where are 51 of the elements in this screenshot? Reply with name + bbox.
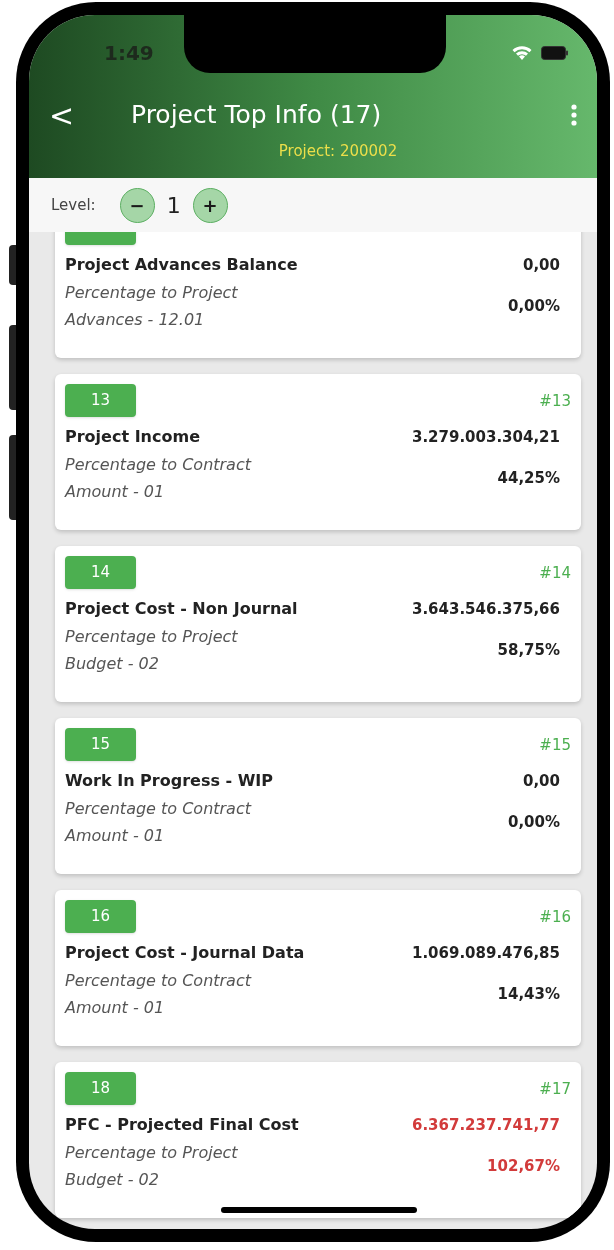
wifi-icon bbox=[511, 44, 533, 61]
back-button[interactable]: < bbox=[49, 92, 89, 138]
item-percent: 58,75% bbox=[497, 639, 560, 661]
number-badge: 16 bbox=[65, 900, 136, 933]
item-value: 0,00 bbox=[523, 770, 560, 792]
item-description: Percentage to Contract Amount - 01 bbox=[65, 970, 253, 1019]
item-description: Percentage to Project Budget - 02 bbox=[65, 1142, 239, 1191]
status-time: 1:49 bbox=[104, 39, 154, 67]
item-description: Percentage to Contract Amount - 01 bbox=[65, 798, 253, 847]
level-value: 1 bbox=[165, 191, 182, 220]
item-title: Project Cost - Non Journal bbox=[65, 598, 298, 620]
number-badge: 18 bbox=[65, 1072, 136, 1105]
item-number: #15 bbox=[539, 735, 571, 756]
battery-icon bbox=[541, 45, 569, 60]
item-description: Percentage to Project Advances - 12.01 bbox=[65, 282, 239, 331]
item-value: 1.069.089.476,85 bbox=[411, 942, 560, 964]
number-badge: 13 bbox=[65, 384, 136, 417]
item-title: PFC - Projected Final Cost bbox=[65, 1114, 299, 1136]
screen-title: Project Top Info (17) bbox=[131, 99, 382, 132]
item-value: 3.643.546.375,66 bbox=[411, 598, 560, 620]
more-options-icon[interactable] bbox=[571, 104, 577, 126]
item-percent: 0,00% bbox=[507, 811, 560, 833]
item-number: #14 bbox=[539, 563, 571, 584]
item-percent: 0,00% bbox=[507, 295, 560, 317]
card[interactable]: Project Advances Balance 0,00 Percentage to Project Advances - 12.01 0,00% bbox=[55, 232, 581, 358]
item-description: Percentage to Contract Amount - 01 bbox=[65, 454, 253, 503]
decrease-button[interactable]: − bbox=[119, 187, 155, 223]
item-description: Percentage to Project Budget - 02 bbox=[65, 626, 239, 675]
item-percent: 14,43% bbox=[497, 983, 560, 1005]
card[interactable]: 15 #15 Work In Progress - WIP 0,00 Percentage to Contract Amount - 01 0,00% bbox=[55, 718, 581, 874]
card[interactable]: 16 #16 Project Cost - Journal Data 1.069.089.476,85 Percentage to Contract Amount - 01 14,43% bbox=[55, 890, 581, 1046]
item-value: 6.367.237.741,77 bbox=[411, 1114, 560, 1136]
item-number: #16 bbox=[539, 907, 571, 928]
item-number: #13 bbox=[539, 391, 571, 412]
number-badge: 14 bbox=[65, 556, 136, 589]
level-label: Level: bbox=[51, 194, 96, 216]
item-title: Project Income bbox=[65, 426, 200, 448]
project-subtitle: Project: 200002 bbox=[278, 141, 398, 162]
item-percent: 102,67% bbox=[487, 1155, 560, 1177]
card[interactable]: 14 #14 Project Cost - Non Journal 3.643.546.375,66 Percentage to Project Budget - 02 58,75% bbox=[55, 546, 581, 702]
number-badge: 15 bbox=[65, 728, 136, 761]
card[interactable]: 18 #17 PFC - Projected Final Cost 6.367.237.741,77 Percentage to Project Budget - 02 102,67% bbox=[55, 1062, 581, 1218]
item-title: Work In Progress - WIP bbox=[65, 770, 274, 792]
item-percent: 44,25% bbox=[497, 467, 560, 489]
item-number: #17 bbox=[539, 1079, 571, 1100]
item-title: Project Cost - Journal Data bbox=[65, 942, 305, 964]
card[interactable]: 13 #13 Project Income 3.279.003.304,21 Percentage to Contract Amount - 01 44,25% bbox=[55, 374, 581, 530]
increase-button[interactable]: + bbox=[192, 187, 228, 223]
item-title: Project Advances Balance bbox=[65, 254, 298, 276]
item-value: 0,00 bbox=[523, 254, 560, 276]
item-value: 3.279.003.304,21 bbox=[411, 426, 560, 448]
